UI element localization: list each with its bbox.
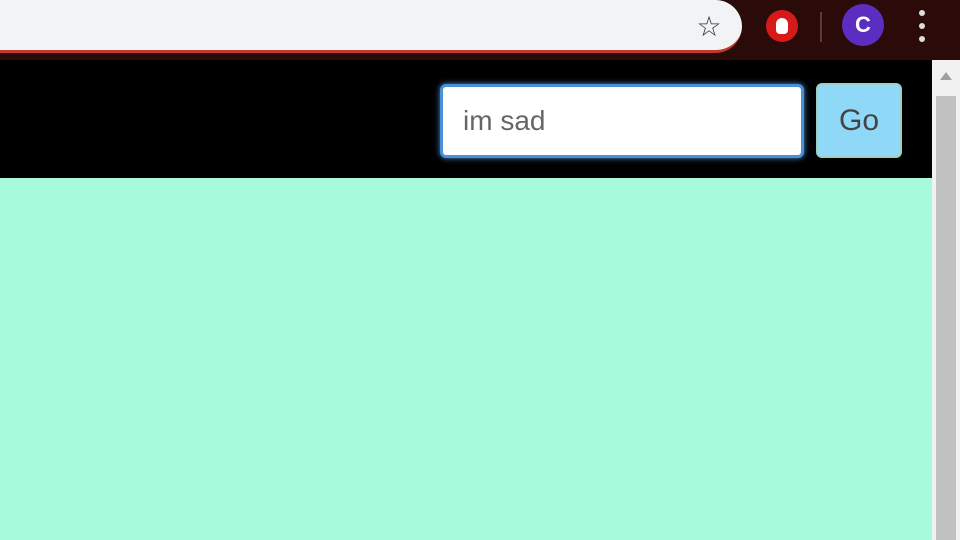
toolbar-divider bbox=[820, 12, 822, 42]
vertical-scrollbar[interactable] bbox=[932, 60, 960, 540]
profile-avatar[interactable]: C bbox=[842, 4, 884, 46]
hand-stop-icon bbox=[776, 18, 788, 34]
menu-dot bbox=[919, 23, 925, 29]
vertical-dots-menu-icon[interactable] bbox=[912, 10, 932, 42]
main-content bbox=[0, 178, 932, 540]
star-icon[interactable]: ☆ bbox=[694, 9, 724, 43]
extension-icon[interactable] bbox=[766, 10, 798, 42]
browser-toolbar: ☆ C bbox=[0, 0, 960, 60]
search-input[interactable] bbox=[440, 84, 804, 158]
scroll-thumb[interactable] bbox=[936, 96, 956, 540]
menu-dot bbox=[919, 36, 925, 42]
scroll-up-arrow-icon[interactable] bbox=[940, 72, 952, 80]
menu-dot bbox=[919, 10, 925, 16]
address-bar[interactable] bbox=[0, 0, 742, 53]
go-button[interactable]: Go bbox=[816, 83, 902, 158]
